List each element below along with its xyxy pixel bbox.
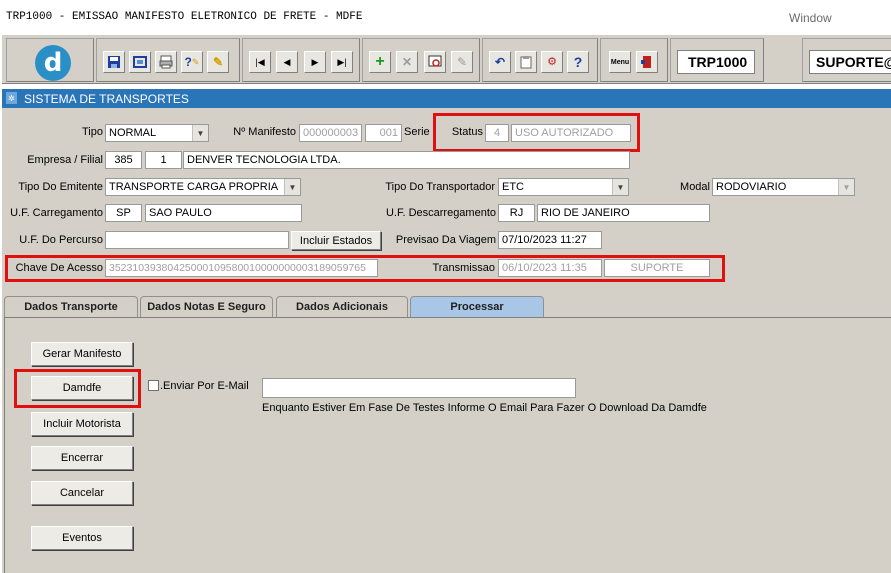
window-title: TRP1000 - EMISSAO MANIFESTO ELETRONICO D… — [6, 11, 363, 23]
modal-value: RODOVIARIO — [716, 181, 787, 193]
tipo-dropdown-icon[interactable]: ▼ — [192, 125, 208, 141]
processar-panel — [4, 317, 891, 573]
query-icon[interactable]: ? ✎ — [181, 51, 203, 73]
incluir-estados-button[interactable]: Incluir Estados — [291, 231, 381, 250]
uf-carreg-name-field[interactable]: SAO PAULO — [145, 204, 302, 222]
previsao-label: Previsao Da Viagem — [395, 234, 496, 246]
toolbar-group-user: SUPORTE@ — [802, 38, 891, 82]
uf-carreg-label: U.F. Carregamento — [10, 207, 103, 219]
toolbar-group-edit: ↶ ⚙ ? — [482, 38, 598, 82]
clear-icon[interactable]: ✎ — [451, 51, 473, 73]
insert-icon[interactable]: + — [369, 51, 391, 73]
section-icon: ✲ — [6, 92, 17, 104]
execute-icon[interactable]: ✎ — [207, 51, 229, 73]
exit-icon[interactable] — [636, 51, 658, 73]
serie-number-field[interactable]: 001 — [365, 124, 402, 142]
section-header: ✲ SISTEMA DE TRANSPORTES — [2, 89, 891, 108]
uf-descarreg-label: U.F. Descarregamento — [385, 207, 496, 219]
toolbar-group-program: TRP1000 — [670, 38, 764, 82]
status-highlight-box — [433, 113, 640, 152]
incluir-motorista-button[interactable]: Incluir Motorista — [31, 412, 133, 436]
enviar-email-checkbox[interactable] — [148, 380, 159, 391]
filial-code-field[interactable]: 1 — [145, 151, 182, 169]
toolbar-group-record: + ✕ ✎ — [362, 38, 480, 82]
tipo-select[interactable]: NORMAL ▼ — [105, 124, 209, 142]
undo-icon[interactable]: ↶ — [489, 51, 511, 73]
uf-descarreg-code-field[interactable]: RJ — [498, 204, 535, 222]
toolbar-group-menu: Menu — [600, 38, 668, 82]
empresa-name-field[interactable]: DENVER TECNOLOGIA LTDA. — [183, 151, 630, 169]
gerar-manifesto-button[interactable]: Gerar Manifesto — [31, 342, 133, 366]
search-icon[interactable] — [424, 51, 446, 73]
toolbar: d ? ✎ ✎ |◀ ◀ ▶ ▶| + ✕ ✎ ↶ ⚙ ? Menu TRP100… — [2, 34, 891, 84]
modal-dropdown-icon[interactable]: ▼ — [838, 179, 854, 195]
section-title: SISTEMA DE TRANSPORTES — [24, 92, 189, 106]
first-icon[interactable]: |◀ — [249, 51, 271, 73]
manifesto-label: Nº Manifesto — [233, 126, 296, 138]
emitente-label: Tipo Do Emitente — [18, 181, 103, 193]
cancelar-button[interactable]: Cancelar — [31, 481, 133, 505]
app-logo: d — [35, 45, 71, 81]
eventos-button[interactable]: Eventos — [31, 526, 133, 550]
tab-dados-notas-seguro[interactable]: Dados Notas E Seguro — [140, 296, 273, 317]
transportador-select[interactable]: ETC ▼ — [498, 178, 629, 196]
manifesto-field[interactable]: 000000003 — [299, 124, 362, 142]
user-field: SUPORTE@ — [809, 50, 891, 74]
transportador-label: Tipo Do Transportador — [385, 181, 495, 193]
window-titlebar: TRP1000 - EMISSAO MANIFESTO ELETRONICO D… — [0, 0, 891, 34]
uf-percurso-label: U.F. Do Percurso — [19, 234, 103, 246]
emitente-dropdown-icon[interactable]: ▼ — [284, 179, 300, 195]
emitente-value: TRANSPORTE CARGA PROPRIA — [109, 181, 279, 193]
emitente-select[interactable]: TRANSPORTE CARGA PROPRIA ▼ — [105, 178, 301, 196]
tab-processar[interactable]: Processar — [410, 296, 544, 317]
email-hint: Enquanto Estiver Em Fase De Testes Infor… — [262, 402, 707, 414]
preview-icon[interactable] — [129, 51, 151, 73]
tipo-value: NORMAL — [109, 127, 157, 139]
uf-percurso-field[interactable] — [105, 231, 289, 249]
modal-select[interactable]: RODOVIARIO ▼ — [712, 178, 855, 196]
transportador-value: ETC — [502, 181, 524, 193]
toolbar-group-file: ? ✎ ✎ — [96, 38, 240, 82]
toolbar-group-nav: |◀ ◀ ▶ ▶| — [242, 38, 360, 82]
chave-highlight-box — [5, 255, 725, 282]
previous-icon[interactable]: ◀ — [276, 51, 298, 73]
previsao-field[interactable]: 07/10/2023 11:27 — [498, 231, 602, 249]
last-icon[interactable]: ▶| — [331, 51, 353, 73]
enviar-email-label: .Enviar Por E-Mail — [160, 380, 249, 392]
program-code: TRP1000 — [677, 50, 755, 74]
logo-group: d — [6, 38, 94, 82]
email-field[interactable] — [262, 378, 576, 398]
tab-dados-transporte[interactable]: Dados Transporte — [4, 296, 138, 317]
paste-icon[interactable] — [515, 51, 537, 73]
damdfe-highlight-box — [14, 369, 141, 408]
transportador-dropdown-icon[interactable]: ▼ — [612, 179, 628, 195]
modal-label: Modal — [680, 181, 710, 193]
settings-icon[interactable]: ⚙ — [541, 51, 563, 73]
empresa-code-field[interactable]: 385 — [105, 151, 142, 169]
tipo-label: Tipo — [82, 126, 103, 138]
delete-icon[interactable]: ✕ — [396, 51, 418, 73]
print-icon[interactable] — [155, 51, 177, 73]
empresa-label: Empresa / Filial — [27, 154, 103, 166]
window-menu[interactable]: Window — [789, 11, 832, 25]
help-icon[interactable]: ? — [567, 51, 589, 73]
encerrar-button[interactable]: Encerrar — [31, 446, 133, 470]
uf-carreg-code-field[interactable]: SP — [105, 204, 142, 222]
next-icon[interactable]: ▶ — [304, 51, 326, 73]
menu-icon[interactable]: Menu — [609, 51, 631, 73]
save-icon[interactable] — [103, 51, 125, 73]
serie-label: Serie — [404, 126, 430, 138]
uf-descarreg-name-field[interactable]: RIO DE JANEIRO — [537, 204, 710, 222]
tab-dados-adicionais[interactable]: Dados Adicionais — [276, 296, 408, 317]
